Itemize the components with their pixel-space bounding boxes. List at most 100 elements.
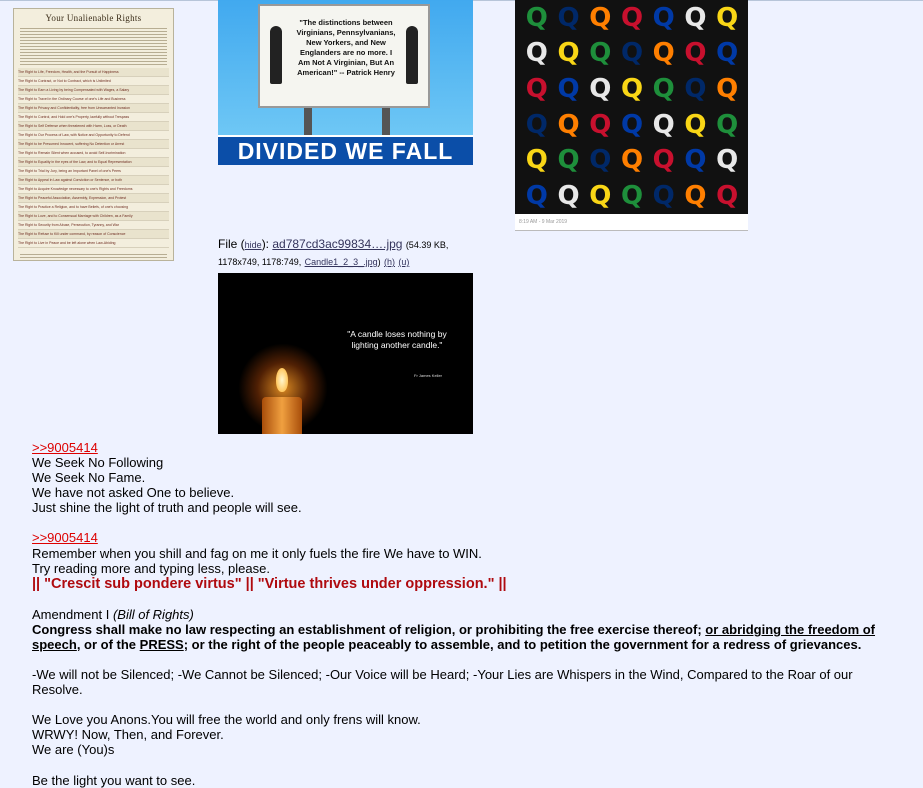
poster-intro-text	[20, 26, 167, 66]
q-cell: Q	[616, 36, 648, 72]
q-letter-icon: Q	[620, 74, 644, 105]
q-letter-icon: Q	[652, 2, 675, 33]
q-letter-icon: Q	[620, 2, 644, 33]
poster-row: The Right to be Presumed Innocent, suffe…	[18, 140, 169, 149]
q-letter-icon: Q	[716, 38, 739, 69]
poster-row: The Right to Life, Freedom, Health, and …	[18, 68, 169, 77]
poster-row: The Right to Contract, or Not to Contrac…	[18, 77, 169, 86]
q-cell: Q	[584, 107, 616, 143]
q-cell: Q	[711, 71, 743, 107]
q-cell: Q	[584, 36, 616, 72]
candle-flame	[276, 368, 288, 392]
q-letter-icon: Q	[684, 2, 707, 33]
q-letter-icon: Q	[620, 38, 644, 69]
q-cell: Q	[553, 107, 585, 143]
file-label: File (	[218, 237, 245, 251]
q-cell: Q	[680, 178, 712, 214]
q-cell: Q	[680, 71, 712, 107]
q-cell: Q	[680, 0, 712, 36]
hide-link[interactable]: hide	[245, 240, 262, 250]
poster-row: The Right to Self Defense when threatene…	[18, 122, 169, 131]
q-cell: Q	[584, 143, 616, 179]
poster-row: The Right to Privacy and Confidentiality…	[18, 104, 169, 113]
q-letter-icon: Q	[716, 74, 739, 105]
q-cell: Q	[648, 178, 680, 214]
poster-row: The Right to Refuse to Kill under comman…	[18, 230, 169, 239]
q-letter-icon: Q	[684, 181, 707, 212]
q-cell: Q	[553, 36, 585, 72]
q-letter-icon: Q	[684, 74, 707, 105]
billboard-post	[382, 106, 390, 136]
q-letter-icon: Q	[684, 109, 707, 140]
divided-we-fall-image[interactable]: "The distinctions between Virginians, Pe…	[218, 0, 473, 165]
poster-row: The Right to Travel in the Ordinary Cour…	[18, 95, 169, 104]
candle-body	[262, 397, 302, 434]
billboard-banner: DIVIDED WE FALL	[218, 135, 473, 165]
file-info: File (hide): ad787cd3ac99834….jpg (54.39…	[218, 237, 449, 267]
q-cell: Q	[680, 107, 712, 143]
q-cell: Q	[521, 0, 553, 36]
candle-image[interactable]: "A candle loses nothing by lighting anot…	[218, 273, 473, 434]
poster-row: The Right to Equality in the eyes of the…	[18, 158, 169, 167]
q-cell: Q	[584, 71, 616, 107]
image-search-h-link[interactable]: (h)	[384, 257, 395, 267]
original-filename-link[interactable]: Candle1_2_3_.jpg	[305, 257, 378, 267]
poster-row: The Right to Security from Abuse, Persec…	[18, 221, 169, 230]
q-cell: Q	[616, 178, 648, 214]
q-flags-grid-image[interactable]: QQQQQQQQQQQQQQQQQQQQQQQQQQQQQQQQQQQQQQQQ…	[515, 0, 748, 231]
poster-title: Your Unalienable Rights	[45, 13, 142, 23]
q-letter-icon: Q	[620, 145, 644, 176]
q-cell: Q	[521, 36, 553, 72]
q-cell: Q	[648, 36, 680, 72]
candle-quote: "A candle loses nothing by lighting anot…	[347, 329, 447, 350]
amendment-heading: Amendment I (Bill of Rights)	[32, 606, 194, 622]
q-cell: Q	[521, 178, 553, 214]
post-line: We Seek No Following	[32, 455, 164, 471]
q-cell: Q	[648, 0, 680, 36]
poster-footer-text	[20, 252, 167, 260]
poster-row: The Right to Appeal in Law against Convi…	[18, 176, 169, 185]
poster-row: The Right to Peaceful Association, Assem…	[18, 194, 169, 203]
q-letter-icon: Q	[684, 38, 707, 69]
candle-attribution: Fr James Keller	[414, 373, 443, 378]
poster-row: The Right to Acquire Knowledge necessary…	[18, 185, 169, 194]
q-cell: Q	[553, 0, 585, 36]
post-line: We have not asked One to believe.	[32, 485, 235, 501]
q-letter-icon: Q	[589, 2, 612, 33]
q-letter-icon: Q	[557, 74, 580, 105]
q-grid-caption: 8:19 AM - 9 Mar 2019	[515, 214, 748, 230]
q-letter-icon: Q	[652, 74, 675, 105]
q-cell: Q	[616, 143, 648, 179]
q-cell: Q	[680, 36, 712, 72]
q-letter-icon: Q	[652, 145, 675, 176]
image-search-u-link[interactable]: (u)	[398, 257, 409, 267]
q-letter-icon: Q	[557, 38, 580, 69]
soldier-silhouette-right	[406, 26, 418, 84]
post-line: WRWY! Now, Then, and Forever.	[32, 727, 224, 743]
q-letter-icon: Q	[525, 109, 548, 140]
billboard-post	[304, 106, 312, 136]
quote-link[interactable]: >>9005414	[32, 440, 98, 455]
post-line: Be the light you want to see.	[32, 772, 196, 788]
post-line: We Seek No Fame.	[32, 470, 146, 486]
q-grid: QQQQQQQQQQQQQQQQQQQQQQQQQQQQQQQQQQQQQQQQ…	[521, 0, 743, 214]
q-letter-icon: Q	[716, 2, 739, 33]
poster-row: The Right to Remain Silent when accused,…	[18, 149, 169, 158]
q-letter-icon: Q	[589, 109, 612, 140]
q-cell: Q	[711, 107, 743, 143]
poster-rights-list: The Right to Life, Freedom, Health, and …	[14, 68, 173, 248]
q-cell: Q	[553, 143, 585, 179]
rights-poster-thumbnail[interactable]: Your Unalienable Rights The Right to Lif…	[13, 8, 174, 261]
poster-row: The Right to Earn a Living by being Comp…	[18, 86, 169, 95]
q-letter-icon: Q	[557, 109, 580, 140]
post-line: -We will not be Silenced; -We Cannot be …	[32, 667, 853, 698]
q-cell: Q	[521, 107, 553, 143]
file-name-link[interactable]: ad787cd3ac99834….jpg	[272, 237, 402, 251]
post-line: Remember when you shill and fag on me it…	[32, 545, 482, 561]
quote-link[interactable]: >>9005414	[32, 530, 98, 545]
q-letter-icon: Q	[652, 181, 675, 212]
q-cell: Q	[584, 0, 616, 36]
q-cell: Q	[711, 143, 743, 179]
q-cell: Q	[521, 71, 553, 107]
post-line: We are (You)s	[32, 742, 115, 758]
